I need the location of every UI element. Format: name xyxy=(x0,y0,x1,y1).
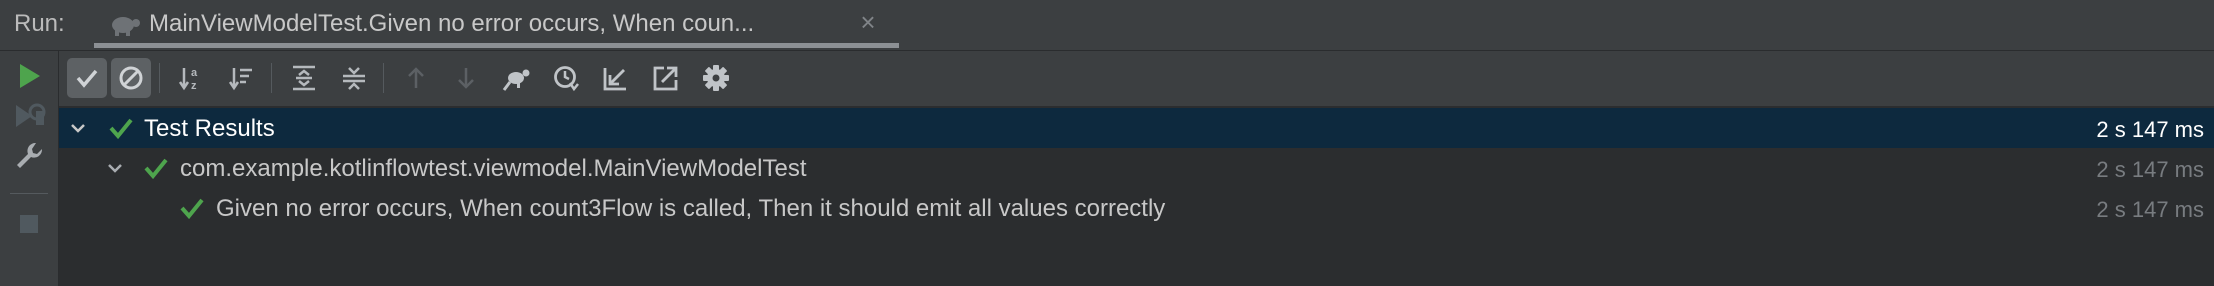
sort-alphabetically-icon: a z xyxy=(178,67,198,92)
tab-title: MainViewModelTest.Given no error occurs,… xyxy=(149,10,755,37)
tree-row-test[interactable]: Given no error occurs, When count3Flow i… xyxy=(59,188,2214,228)
tree-row-label: Test Results xyxy=(144,115,275,142)
duration-label: 2 s 147 ms xyxy=(2096,197,2204,222)
previous-failed-icon xyxy=(408,67,424,88)
collapse-all-icon xyxy=(343,67,365,90)
svg-text:a: a xyxy=(191,67,198,79)
toolbar-separator xyxy=(159,63,160,93)
expand-all-button[interactable] xyxy=(284,58,324,98)
slow-test-threshold-button[interactable] xyxy=(496,58,536,98)
run-label: Run: xyxy=(14,10,65,37)
svg-text:z: z xyxy=(191,80,197,92)
turtle-icon xyxy=(502,69,530,91)
active-tab-indicator xyxy=(94,43,899,48)
test-runner-toolbar: a z xyxy=(59,51,2214,106)
expand-all-icon xyxy=(293,65,315,91)
tree-row-suite[interactable]: com.example.kotlinflowtest.viewmodel.Mai… xyxy=(59,148,2214,188)
tree-row-label: Given no error occurs, When count3Flow i… xyxy=(216,195,1166,222)
next-failed-icon xyxy=(458,68,474,89)
tree-row-test-results[interactable]: Test Results 2 s 147 ms xyxy=(59,108,2214,148)
passed-check-icon xyxy=(109,117,133,140)
collapse-all-button[interactable] xyxy=(334,58,374,98)
run-configuration-tab[interactable]: MainViewModelTest.Given no error occurs,… xyxy=(94,0,899,50)
duration-label: 2 s 147 ms xyxy=(2096,157,2204,182)
close-icon[interactable]: × xyxy=(854,8,882,36)
passed-check-icon xyxy=(144,157,168,180)
run-tool-window-header: Run: MainViewModelTest.Given no error oc… xyxy=(0,0,2214,51)
show-ignored-icon xyxy=(119,66,143,90)
wrench-icon[interactable] xyxy=(12,139,46,173)
side-toolbar xyxy=(0,51,59,286)
sort-by-duration-icon xyxy=(228,68,252,91)
side-divider xyxy=(10,193,48,194)
show-passed-button[interactable] xyxy=(67,58,107,98)
passed-check-icon xyxy=(180,197,204,220)
sort-by-duration-button[interactable] xyxy=(222,58,262,98)
tree-row-label: com.example.kotlinflowtest.viewmodel.Mai… xyxy=(180,155,807,182)
test-results-tree: Test Results 2 s 147 ms com.example.kotl… xyxy=(59,106,2214,286)
show-passed-icon xyxy=(76,69,98,88)
export-tests-button[interactable] xyxy=(646,58,686,98)
previous-failed-button[interactable] xyxy=(396,58,436,98)
toolbar-separator xyxy=(271,63,272,93)
chevron-down-icon[interactable] xyxy=(69,119,87,137)
import-tests-icon xyxy=(603,68,626,91)
history-icon xyxy=(554,66,579,92)
chevron-down-icon[interactable] xyxy=(106,159,124,177)
sort-alphabetically-button[interactable]: a z xyxy=(172,58,212,98)
export-tests-icon xyxy=(653,66,678,91)
settings-gear-icon xyxy=(703,65,729,91)
import-tests-button[interactable] xyxy=(596,58,636,98)
test-history-button[interactable] xyxy=(546,58,586,98)
rerun-failed-icon[interactable] xyxy=(12,99,46,133)
run-icon[interactable] xyxy=(12,59,46,93)
show-ignored-button[interactable] xyxy=(111,58,151,98)
next-failed-button[interactable] xyxy=(446,58,486,98)
toolbar-separator xyxy=(383,63,384,93)
duration-label: 2 s 147 ms xyxy=(2096,117,2204,142)
stop-icon[interactable] xyxy=(12,207,46,241)
settings-button[interactable] xyxy=(696,58,736,98)
turtle-icon xyxy=(108,10,142,38)
